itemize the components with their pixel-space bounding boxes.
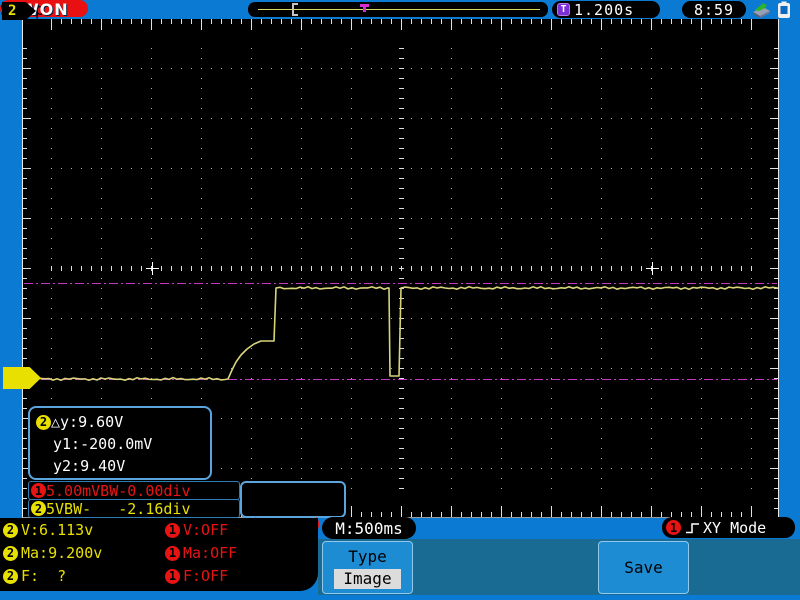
usb-storage-icon [753,3,770,18]
measurement-panel: 2 V:6.113v 2 Ma:9.200v 2 F: ? 1 V:OFF 1 Ma:OF… [0,518,318,591]
ch1-badge: 1 [165,568,180,584]
device-battery-icon [778,1,790,18]
timebase-readout: 1.200s [574,0,635,19]
ch2-max-row: 2 Ma:9.200v [3,544,102,562]
ch2-badge: 2 [31,501,46,516]
trigger-position-icon [360,4,369,12]
type-label: Type [348,547,387,566]
main-timebase-readout: M:500ms [322,517,416,539]
type-value-image[interactable]: Image [334,569,401,589]
ch2-scale-text: 5VBW- -2.16div [46,499,191,518]
ch2-voltage-row: 2 V:6.113v [3,521,93,539]
ch2-badge: 2 [3,545,18,561]
ch1-max-row: 1 Ma:OFF [165,544,237,562]
ch1-badge: 1 [666,520,681,535]
ch2-badge: 2 [36,414,51,430]
trigger-t-icon: T [557,3,570,16]
channel-info-boxes: 1 5.00mVBW-0.00div 2 5VBW- -2.16div [28,481,240,518]
cursor-y1: y1:-200.0mV [53,435,153,453]
ch1-badge: 1 [165,522,180,538]
cursor-y2: y2:9.40V [53,457,126,475]
ch1-v-value: V:OFF [183,521,229,539]
type-button[interactable]: Type Image [322,541,413,594]
ch1-badge: 1 [31,483,46,498]
top-status-bar: WON Stop T 1.200s 8:59 [0,0,800,19]
clock: 8:59 [682,1,746,19]
ch1-f-value: F:OFF [183,567,229,585]
record-line [258,9,540,10]
cursor-delta-y: △y:9.60V [51,413,124,431]
ch2-v-value: V:6.113v [21,521,94,539]
ch1-scale-text: 5.00mVBW-0.00div [46,481,191,500]
ch2-f-value: F: ? [21,567,67,585]
ch2-badge: 2 [3,568,18,584]
ch2-freq-row: 2 F: ? [3,567,66,585]
trigger-timebase-pill: T 1.200s [552,0,660,19]
ch2-info-box: 2 5VBW- -2.16div [28,499,240,518]
ch2-badge: 2 [3,522,18,538]
window-position-bracket-icon [292,3,298,16]
cursor-measurement-box: 2 △y:9.60V y1:-200.0mV y2:9.40V [28,406,212,480]
ch1-ma-value: Ma:OFF [183,544,238,562]
xy-mode-indicator[interactable]: 1 XY Mode [662,517,795,538]
xy-mode-label: XY Mode [703,518,767,537]
save-button[interactable]: Save [598,541,689,594]
rising-edge-icon [686,522,699,533]
ch1-freq-row: 1 F:OFF [165,567,228,585]
ch1-info-box: 1 5.00mVBW-0.00div [28,481,240,500]
acquisition-info-box: (100S/s) Depth:1K [240,481,346,580]
record-position-bar [248,2,548,17]
ch1-voltage-row: 1 V:OFF [165,521,228,539]
ch1-badge: 1 [165,545,180,561]
ch2-ma-value: Ma:9.200v [21,544,103,562]
